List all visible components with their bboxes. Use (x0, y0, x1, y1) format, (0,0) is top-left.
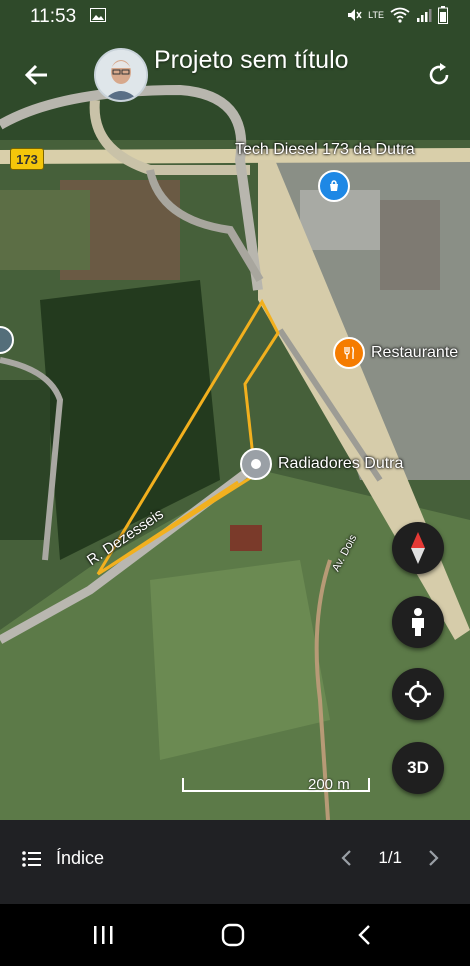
pegman-icon (412, 608, 424, 636)
bottom-panel: Índice 1/1 (0, 820, 470, 904)
list-icon (22, 850, 41, 867)
gallery-icon (90, 8, 106, 22)
street-view-button[interactable] (392, 596, 444, 648)
page-indicator: 1/1 (378, 848, 402, 867)
label-radiadores[interactable]: Radiadores Dutra (278, 455, 403, 473)
scale-label: 200 m (308, 776, 350, 793)
nav-back-button[interactable] (350, 920, 380, 950)
recents-button[interactable] (88, 920, 118, 950)
home-button[interactable] (218, 920, 248, 950)
chevron-right-icon[interactable] (428, 849, 440, 867)
index-label: Índice (56, 848, 105, 868)
shop-pin-icon[interactable] (318, 170, 350, 202)
status-time: 11:53 (30, 6, 77, 27)
signal-icon (417, 9, 432, 22)
battery-icon (438, 6, 448, 24)
place-pin-icon[interactable] (240, 448, 272, 480)
nav-back-icon (358, 925, 370, 945)
system-nav-bar (0, 904, 470, 966)
highway-badge: 173 (10, 148, 44, 170)
project-title[interactable]: Projeto sem título (154, 46, 349, 75)
back-button[interactable] (20, 58, 54, 92)
mute-icon (348, 9, 362, 21)
label-restaurante[interactable]: Restaurante (371, 344, 458, 362)
arrow-back-icon (24, 64, 47, 86)
refresh-icon (429, 63, 449, 85)
map-view[interactable]: 173 Tech Diesel 173 da Dutra Restaurante… (0, 0, 470, 820)
three-d-button[interactable]: 3D (392, 742, 444, 794)
refresh-button[interactable] (424, 60, 454, 90)
crosshair-icon (405, 681, 431, 707)
home-icon (221, 923, 245, 947)
chevron-left-icon[interactable] (340, 849, 352, 867)
volte-badge: LTE (368, 10, 384, 20)
status-bar: 11:53 LTE (0, 0, 470, 32)
index-button[interactable]: Índice (22, 848, 104, 869)
recents-icon (94, 926, 113, 944)
user-photo (96, 50, 146, 100)
app-header: Projeto sem título (0, 36, 470, 106)
pager: 1/1 (340, 848, 440, 868)
compass-button[interactable] (392, 522, 444, 574)
restaurant-pin-icon[interactable] (333, 337, 365, 369)
label-tech-diesel[interactable]: Tech Diesel 173 da Dutra (235, 141, 415, 159)
wifi-icon (390, 7, 410, 23)
avatar[interactable] (94, 48, 148, 102)
compass-icon (411, 532, 425, 564)
my-location-button[interactable] (392, 668, 444, 720)
